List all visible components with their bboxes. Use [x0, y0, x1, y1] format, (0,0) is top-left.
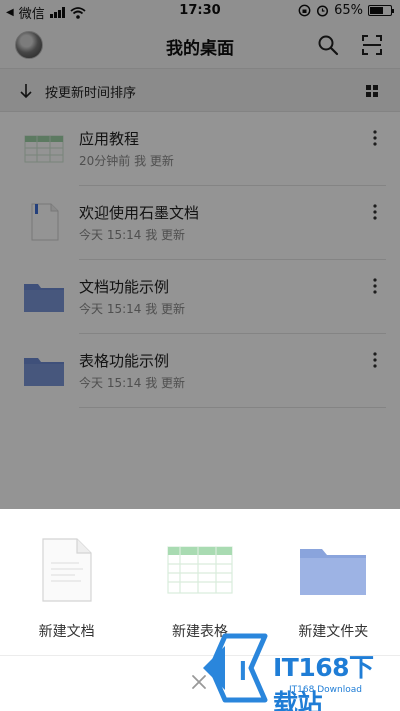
spreadsheet-icon	[167, 546, 233, 594]
dim-overlay[interactable]	[0, 0, 400, 509]
watermark-subtitle: IT168 Download	[289, 685, 362, 695]
watermark-title: IT168下载站	[273, 653, 374, 711]
svg-text:I: I	[239, 655, 247, 686]
folder-icon	[300, 549, 367, 595]
new-spreadsheet-button[interactable]: 新建表格	[133, 537, 266, 641]
create-actions: 新建文档 新建表格 新建文件夹	[0, 537, 400, 641]
new-folder-button[interactable]: 新建文件夹	[267, 537, 400, 641]
document-icon	[42, 538, 92, 602]
watermark: I IT168下载站 IT168 Download	[195, 630, 395, 711]
new-document-button[interactable]: 新建文档	[0, 537, 133, 641]
it168-logo-icon: I	[203, 633, 268, 703]
new-document-label: 新建文档	[38, 624, 95, 640]
